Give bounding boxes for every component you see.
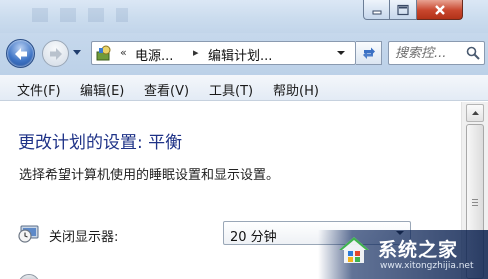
scroll-up-button[interactable] xyxy=(466,104,484,122)
house-logo-icon xyxy=(339,237,369,263)
breadcrumb-separator[interactable]: ▸ xyxy=(193,46,199,59)
turn-off-display-label: 关闭显示器: xyxy=(49,230,119,245)
chevron-down-icon xyxy=(337,51,345,55)
watermark-name: 系统之家 xyxy=(378,239,459,261)
scroll-up-icon xyxy=(471,111,479,115)
navigation-bar: « 电源... ▸ 编辑计划... xyxy=(0,33,488,75)
grip-line xyxy=(472,202,478,203)
back-button[interactable] xyxy=(6,39,35,68)
address-overflow[interactable]: « xyxy=(120,46,127,59)
menu-tools[interactable]: 工具(T) xyxy=(209,80,253,99)
forward-arrow-icon xyxy=(49,47,62,60)
page-description: 选择希望计算机使用的睡眠设置和显示设置。 xyxy=(19,168,280,183)
watermark-url: www.xitongzhijia.net xyxy=(380,261,474,271)
control-panel-icon xyxy=(96,45,111,61)
sleep-icon xyxy=(18,274,40,279)
forward-button[interactable] xyxy=(42,40,69,67)
page-title: 更改计划的设置: 平衡 xyxy=(18,133,183,153)
refresh-button[interactable] xyxy=(356,41,382,65)
monitor-clock-icon xyxy=(18,225,39,243)
taskbar-ghost-icons xyxy=(32,8,128,22)
close-button[interactable] xyxy=(417,0,463,20)
breadcrumb-power-options[interactable]: 电源... xyxy=(135,45,173,64)
close-icon xyxy=(434,4,445,15)
maximize-button[interactable] xyxy=(390,0,417,20)
menu-file[interactable]: 文件(F) xyxy=(17,80,61,99)
watermark: 系统之家 www.xitongzhijia.net xyxy=(318,230,488,279)
minimize-button[interactable] xyxy=(363,0,390,20)
address-bar[interactable]: « 电源... ▸ 编辑计划... xyxy=(91,41,356,65)
recent-pages-dropdown-icon[interactable] xyxy=(72,49,82,57)
search-box[interactable] xyxy=(388,41,485,65)
turn-off-display-value: 20 分钟 xyxy=(230,230,277,245)
title-bar xyxy=(0,0,488,33)
refresh-icon xyxy=(362,47,375,59)
menu-view[interactable]: 查看(V) xyxy=(144,80,189,99)
minimize-icon xyxy=(372,10,381,14)
search-input[interactable] xyxy=(395,45,465,61)
breadcrumb-edit-plan[interactable]: 编辑计划... xyxy=(208,45,272,64)
grip-line xyxy=(472,199,478,200)
menu-help[interactable]: 帮助(H) xyxy=(273,80,319,99)
grip-line xyxy=(472,205,478,206)
back-arrow-icon xyxy=(14,47,27,60)
menu-edit[interactable]: 编辑(E) xyxy=(80,80,124,99)
menu-bar: 文件(F) 编辑(E) 查看(V) 工具(T) 帮助(H) xyxy=(0,75,488,101)
search-icon[interactable] xyxy=(466,46,480,60)
address-dropdown-button[interactable] xyxy=(327,42,355,64)
maximize-icon xyxy=(397,4,409,15)
